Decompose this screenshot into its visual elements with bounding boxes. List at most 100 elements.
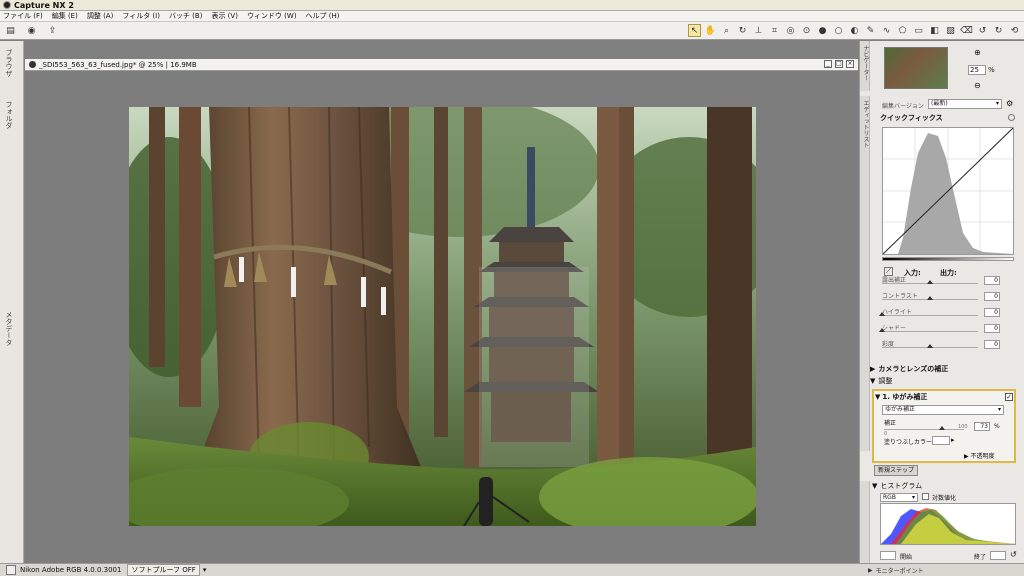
curves-graph[interactable]	[882, 127, 1014, 255]
amount-slider[interactable]	[884, 426, 964, 430]
zoom-value[interactable]: 25	[968, 65, 986, 75]
edit-version-dropdown[interactable]: (最新) ▾	[928, 99, 1002, 109]
softproof-dropdown-icon[interactable]: ▾	[203, 566, 207, 574]
close-button[interactable]: ×	[846, 60, 854, 68]
zoom-unit: %	[988, 66, 995, 74]
step-checkbox[interactable]: ✓	[1005, 393, 1013, 401]
marquee-icon[interactable]: ▭	[912, 24, 925, 37]
direct-select-icon[interactable]: ↖	[688, 24, 701, 37]
amount-input[interactable]: 73	[974, 422, 990, 431]
opacity-row[interactable]: ▶ 不透明度	[964, 451, 995, 460]
app-icon	[3, 1, 11, 9]
red-eye-icon[interactable]: ◎	[784, 24, 797, 37]
adjust-header[interactable]: ▼ 調整	[870, 376, 1024, 386]
chevron-down-icon: ▾	[911, 494, 915, 501]
undo-icon[interactable]: ⟲	[1008, 24, 1021, 37]
fill-color-picker-icon[interactable]: ▸	[951, 436, 955, 444]
menu-window[interactable]: ウィンドウ (W)	[247, 11, 297, 21]
histogram-graph	[880, 503, 1016, 545]
expand-icon: ▶	[870, 365, 876, 373]
polygon-lasso-icon[interactable]: ⬠	[896, 24, 909, 37]
zoom-icon[interactable]: ⌕	[720, 24, 733, 37]
navigator-thumbnail[interactable]	[884, 47, 948, 89]
browser-icon[interactable]: ◉	[25, 24, 38, 37]
maximize-button[interactable]: □	[835, 60, 843, 68]
amount-slider-thumb[interactable]	[939, 426, 946, 430]
quickfix-slider-thumb[interactable]	[927, 344, 933, 348]
histogram-tab[interactable]	[860, 481, 870, 563]
quickfix-toggle-icon[interactable]	[1008, 114, 1015, 121]
quickfix-slider-thumb[interactable]	[927, 280, 933, 284]
fill-icon[interactable]: ▨	[944, 24, 957, 37]
menu-batch[interactable]: バッチ (B)	[169, 11, 203, 21]
selection-brush-icon[interactable]: ✎	[864, 24, 877, 37]
softproof-toggle[interactable]: ソフトプルーフ OFF	[127, 564, 200, 576]
quickfix-slider[interactable]	[879, 312, 978, 316]
quickfix-slider-value[interactable]: 0	[984, 324, 1000, 333]
tab-browser[interactable]: ブラウザ	[4, 49, 14, 77]
quickfix-slider[interactable]	[882, 296, 978, 300]
quickfix-slider-thumb[interactable]	[879, 328, 885, 332]
open-icon[interactable]: ⇪	[46, 24, 59, 37]
start-input[interactable]	[880, 551, 896, 560]
camera-lens-header[interactable]: ▶ カメラとレンズの補正	[870, 364, 1024, 374]
quickfix-header[interactable]: クイックフィックス	[870, 113, 1024, 123]
rotate-icon[interactable]: ↻	[736, 24, 749, 37]
neutral-point-icon[interactable]: ◐	[848, 24, 861, 37]
quickfix-slider-thumb[interactable]	[927, 296, 933, 300]
quickfix-slider[interactable]	[879, 328, 978, 332]
end-label: 終了	[974, 554, 987, 561]
crop-icon[interactable]: ⌗	[768, 24, 781, 37]
zoom-out-icon[interactable]: ⊖	[974, 81, 981, 90]
edit-list-tab[interactable]: エディットリスト	[860, 96, 870, 451]
quickfix-slider-value[interactable]: 0	[984, 340, 1000, 349]
settings-icon[interactable]: ⚙	[1006, 99, 1013, 108]
histogram-header[interactable]: ▼ ヒストグラム	[872, 481, 1024, 491]
monitor-points-header[interactable]: ▶ モニターポイント	[868, 565, 1024, 576]
fill-color-label: 塗りつぶしカラー	[884, 439, 933, 446]
straighten-icon[interactable]: ⟂	[752, 24, 765, 37]
rotate-right-icon[interactable]: ↻	[992, 24, 1005, 37]
quickfix-slider-value[interactable]: 0	[984, 276, 1000, 285]
black-point-icon[interactable]: ●	[816, 24, 829, 37]
menu-file[interactable]: ファイル (F)	[3, 11, 43, 21]
display-mode-icon[interactable]: ▤	[4, 24, 17, 37]
fill-color-swatch[interactable]	[932, 436, 950, 445]
start-label: 開始	[900, 554, 913, 561]
quickfix-slider-value[interactable]: 0	[984, 292, 1000, 301]
minimize-button[interactable]: _	[824, 60, 832, 68]
navigator-tab[interactable]: ナビゲーター	[860, 41, 870, 91]
step-dropdown[interactable]: ゆがみ補正 ▾	[882, 405, 1004, 415]
menu-help[interactable]: ヘルプ (H)	[306, 11, 340, 21]
step-header[interactable]: ▼ 1. ゆがみ補正	[875, 392, 1024, 402]
end-input[interactable]	[990, 551, 1006, 560]
menu-adjust[interactable]: 調整 (A)	[87, 11, 113, 21]
color-control-point-icon[interactable]: ⊙	[800, 24, 813, 37]
hand-icon[interactable]: ✋	[704, 24, 717, 37]
white-point-icon[interactable]: ○	[832, 24, 845, 37]
tab-metadata[interactable]: メタデータ	[4, 311, 14, 346]
gradient-icon[interactable]: ◧	[928, 24, 941, 37]
menu-filter[interactable]: フィルタ (I)	[122, 11, 160, 21]
quickfix-slider[interactable]	[882, 344, 978, 348]
zoom-in-icon[interactable]: ⊕	[974, 48, 981, 57]
edit-version-label: 編集バージョン	[882, 103, 924, 110]
reset-icon[interactable]: ↺	[1010, 550, 1017, 559]
log-checkbox[interactable]	[922, 493, 929, 500]
quickfix-slider-thumb[interactable]	[879, 312, 885, 316]
left-dock: ブラウザ フォルダ メタデータ	[0, 41, 24, 563]
eraser-icon[interactable]: ⌫	[960, 24, 973, 37]
lasso-icon[interactable]: ∿	[880, 24, 893, 37]
tab-folder[interactable]: フォルダ	[4, 101, 14, 129]
quickfix-slider-value[interactable]: 0	[984, 308, 1000, 317]
menu-bar: ファイル (F) 編集 (E) 調整 (A) フィルタ (I) バッチ (B) …	[0, 11, 1024, 22]
menu-view[interactable]: 表示 (V)	[211, 11, 237, 21]
new-step-button[interactable]: 新規ステップ	[874, 465, 918, 476]
menu-edit[interactable]: 編集 (E)	[52, 11, 78, 21]
quickfix-slider[interactable]	[882, 280, 978, 284]
toolbar: ▤ ◉ ⇪ ↖ ✋ ⌕ ↻ ⟂ ⌗ ◎ ⊙ ● ○ ◐ ✎ ∿ ⬠ ▭ ◧ ▨ …	[0, 22, 1024, 40]
rotate-left-icon[interactable]: ↺	[976, 24, 989, 37]
photo-canvas[interactable]	[129, 107, 756, 526]
expand-icon: ▶	[868, 567, 873, 574]
histogram-channel-dropdown[interactable]: RGB ▾	[880, 493, 918, 502]
